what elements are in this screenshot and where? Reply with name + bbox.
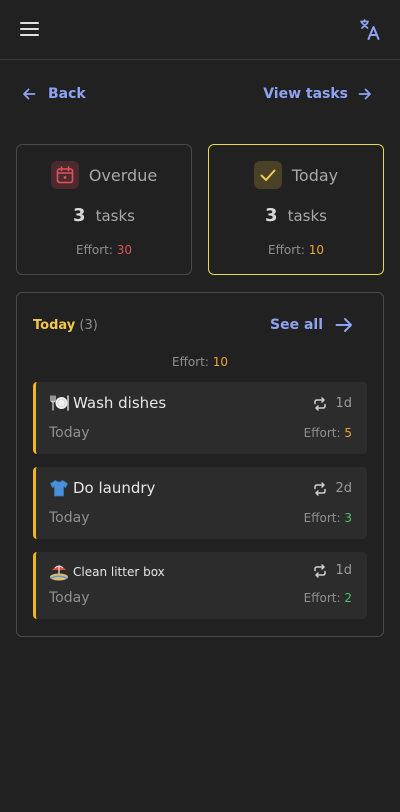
task-effort: Effort: 3: [304, 511, 352, 525]
task-name: Do laundry: [49, 479, 155, 497]
task-item-clean-litter-box[interactable]: Clean litter box 1d Today Effort: 2: [33, 552, 367, 619]
overdue-effort-value: 30: [116, 243, 132, 257]
task-repeat-label: 1d: [335, 563, 352, 578]
today-effort-label: Effort:: [268, 243, 305, 257]
task-effort: Effort: 5: [304, 426, 352, 440]
task-date: Today: [49, 425, 90, 441]
panel-effort-value: 10: [212, 355, 228, 369]
task-repeat-label: 1d: [335, 396, 352, 411]
task-name-text: Wash dishes: [73, 394, 167, 412]
today-effort: Effort: 10: [209, 243, 383, 257]
sand-icon: [50, 565, 68, 581]
shirt-icon: [49, 480, 69, 497]
task-name: Wash dishes: [49, 394, 166, 412]
calendar-icon: [50, 161, 79, 189]
panel-title: Today (3): [33, 318, 98, 333]
task-date: Today: [49, 510, 90, 526]
top-bar: [0, 0, 400, 60]
today-title: Today: [291, 165, 339, 185]
today-card-header: Today: [209, 161, 383, 189]
overdue-effort: Effort: 30: [17, 243, 191, 257]
task-effort-label: Effort:: [303, 591, 341, 605]
task-repeat: 1d: [313, 563, 352, 578]
task-repeat: 1d: [313, 396, 352, 411]
today-card[interactable]: Today 3 tasks Effort: 10: [208, 144, 384, 275]
today-effort-value: 10: [308, 243, 324, 257]
panel-title-text: Today: [33, 318, 76, 333]
repeat-icon: [314, 563, 327, 578]
today-count-unit: tasks: [287, 207, 327, 225]
check-icon: [253, 161, 282, 189]
plate-icon: [50, 395, 69, 411]
translate-icon[interactable]: [359, 19, 381, 41]
overdue-count-number: 3: [73, 205, 86, 226]
back-label: Back: [48, 86, 86, 102]
task-name-text: Clean litter box: [73, 565, 165, 579]
view-tasks-button[interactable]: View tasks: [263, 84, 372, 104]
task-effort-value: 5: [344, 426, 352, 440]
see-all-label: See all: [270, 317, 323, 333]
overdue-title: Overdue: [88, 165, 158, 185]
overdue-count: 3 tasks: [17, 205, 191, 226]
task-effort-value: 2: [344, 591, 352, 605]
arrow-right-icon: [335, 318, 352, 332]
task-effort-value: 3: [344, 511, 352, 525]
view-tasks-label: View tasks: [263, 86, 348, 102]
hamburger-icon[interactable]: [20, 22, 40, 37]
task-effort: Effort: 2: [304, 591, 352, 605]
overdue-card-header: Overdue: [17, 161, 191, 189]
panel-count: (3): [79, 318, 98, 333]
arrow-right-icon: [358, 88, 371, 100]
today-count: 3 tasks: [209, 205, 383, 226]
arrow-left-icon: [23, 88, 36, 100]
see-all-button[interactable]: See all: [270, 317, 353, 333]
task-name: Clean litter box: [49, 563, 165, 581]
overdue-effort-label: Effort:: [76, 243, 113, 257]
back-button[interactable]: Back: [22, 84, 86, 104]
task-effort-label: Effort:: [303, 511, 341, 525]
task-date: Today: [49, 590, 90, 606]
repeat-icon: [314, 396, 327, 411]
today-count-number: 3: [265, 205, 278, 226]
today-tasks-panel: Today (3) See all Effort: 10 Wash dishes…: [16, 292, 384, 637]
overdue-count-unit: tasks: [95, 207, 135, 225]
task-name-text: Do laundry: [73, 479, 156, 497]
task-repeat-label: 2d: [335, 481, 352, 496]
panel-effort: Effort: 10: [17, 355, 383, 369]
overdue-card[interactable]: Overdue 3 tasks Effort: 30: [16, 144, 192, 275]
task-item-wash-dishes[interactable]: Wash dishes 1d Today Effort: 5: [33, 382, 367, 454]
task-repeat: 2d: [313, 481, 352, 496]
repeat-icon: [314, 481, 327, 496]
task-item-do-laundry[interactable]: Do laundry 2d Today Effort: 3: [33, 467, 367, 539]
task-effort-label: Effort:: [303, 426, 341, 440]
panel-effort-label: Effort:: [172, 355, 209, 369]
